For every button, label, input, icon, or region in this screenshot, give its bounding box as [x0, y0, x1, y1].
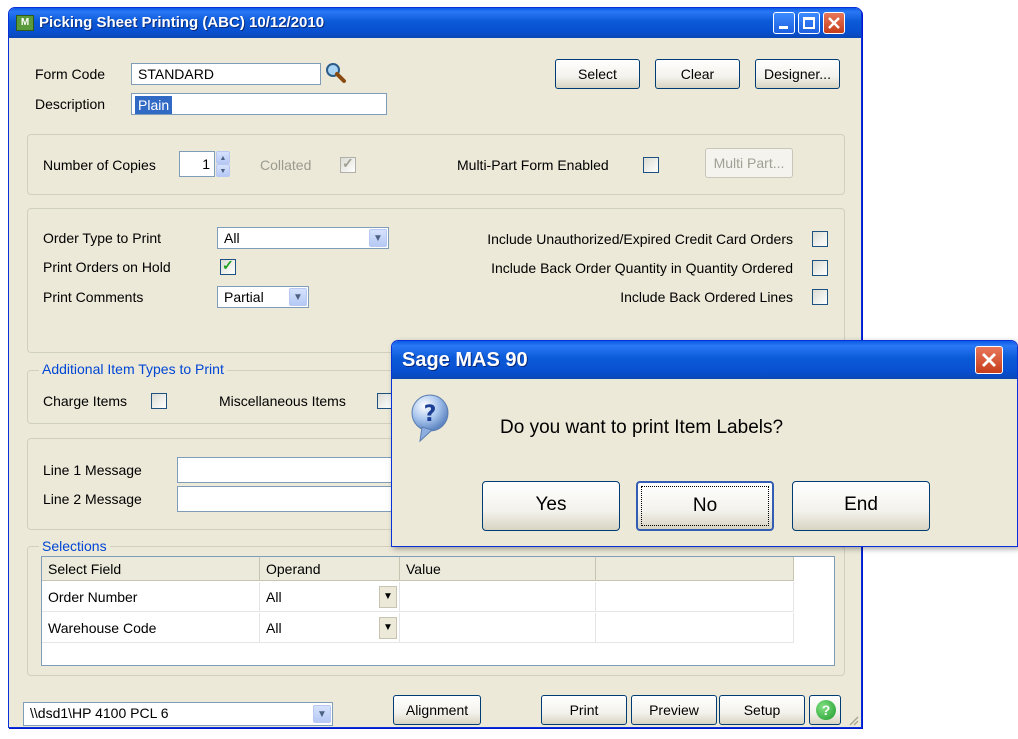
comments-value: Partial [224, 289, 264, 305]
chevron-down-icon[interactable]: ▼ [289, 288, 307, 306]
dialog-message: Do you want to print Item Labels? [500, 417, 784, 438]
close-icon [828, 17, 840, 29]
minimize-icon [779, 26, 788, 29]
selections-grid[interactable]: Select Field Operand Value Order Number … [41, 556, 835, 666]
maximize-button[interactable] [798, 12, 820, 34]
table-cell-extra [596, 582, 794, 612]
multipart-checkbox[interactable] [643, 157, 659, 173]
charge-checkbox[interactable] [151, 393, 167, 409]
spin-up-icon[interactable]: ▲ [216, 151, 230, 164]
preview-button[interactable]: Preview [631, 695, 717, 725]
form-code-label: Form Code [35, 66, 106, 82]
printer-value: \\dsd1\HP 4100 PCL 6 [30, 705, 169, 721]
line1-label: Line 1 Message [43, 462, 142, 478]
operand-value: All [266, 589, 282, 605]
collated-checkbox[interactable]: ✓ [340, 155, 356, 173]
close-button[interactable] [823, 12, 845, 34]
designer-button[interactable]: Designer... [755, 59, 840, 89]
operand-value: All [266, 620, 282, 636]
chevron-down-icon[interactable]: ▼ [369, 229, 387, 247]
dialog-titlebar[interactable]: Sage MAS 90 [392, 341, 1017, 379]
description-value: Plain [135, 96, 173, 114]
table-cell-value[interactable] [400, 613, 596, 643]
order-type-select[interactable]: All ▼ [217, 227, 389, 249]
select-button[interactable]: Select [555, 59, 640, 89]
order-type-label: Order Type to Print [43, 230, 162, 246]
alignment-button[interactable]: Alignment [393, 695, 481, 725]
chevron-down-icon[interactable]: ▼ [313, 705, 331, 723]
column-header[interactable]: Value [400, 557, 596, 581]
hold-checkbox[interactable]: ✓ [220, 257, 236, 275]
table-cell-operand[interactable]: All ▼ [260, 582, 400, 612]
close-icon [982, 353, 996, 367]
backorder-lines-label: Include Back Ordered Lines [620, 289, 793, 305]
check-icon: ✓ [342, 155, 354, 171]
additional-legend: Additional Item Types to Print [39, 361, 227, 377]
dialog-close-button[interactable] [975, 346, 1003, 374]
chevron-down-icon[interactable]: ▼ [379, 586, 397, 608]
column-header[interactable]: Operand [260, 557, 400, 581]
minimize-button[interactable] [773, 12, 795, 34]
table-cell-field[interactable]: Warehouse Code [42, 613, 260, 643]
question-icon: ? [410, 393, 450, 445]
help-button[interactable]: ? [809, 695, 841, 725]
backorder-lines-checkbox[interactable] [812, 289, 828, 305]
maximize-icon [803, 17, 815, 29]
charge-label: Charge Items [43, 393, 128, 409]
form-code-input[interactable]: STANDARD [131, 63, 321, 85]
hold-label: Print Orders on Hold [43, 259, 171, 275]
order-type-value: All [224, 230, 240, 246]
printer-select[interactable]: \\dsd1\HP 4100 PCL 6 ▼ [23, 702, 333, 726]
comments-select[interactable]: Partial ▼ [217, 286, 309, 308]
svg-text:?: ? [424, 402, 437, 427]
print-button[interactable]: Print [541, 695, 627, 725]
table-cell-extra [596, 613, 794, 643]
end-button[interactable]: End [792, 481, 930, 531]
setup-button[interactable]: Setup [719, 695, 805, 725]
description-label: Description [35, 96, 106, 112]
line2-label: Line 2 Message [43, 491, 142, 507]
copies-input[interactable]: 1 [179, 151, 215, 177]
column-header[interactable] [596, 557, 794, 581]
spin-down-icon[interactable]: ▼ [216, 164, 230, 177]
multipart-label: Multi-Part Form Enabled [457, 157, 609, 173]
chevron-down-icon[interactable]: ▼ [379, 617, 397, 639]
clear-button[interactable]: Clear [655, 59, 740, 89]
copies-spinner[interactable]: ▲ ▼ [216, 151, 230, 177]
lookup-icon[interactable] [325, 62, 347, 84]
misc-label: Miscellaneous Items [219, 393, 346, 409]
window-title: Picking Sheet Printing (ABC) 10/12/2010 [39, 14, 325, 31]
unauthorized-checkbox[interactable] [812, 231, 828, 247]
yes-button[interactable]: Yes [482, 481, 620, 531]
comments-label: Print Comments [43, 289, 144, 305]
app-icon: M [16, 15, 34, 31]
table-cell-operand[interactable]: All ▼ [260, 613, 400, 643]
selections-legend: Selections [39, 538, 110, 554]
copies-label: Number of Copies [43, 157, 156, 173]
multipart-button[interactable]: Multi Part... [705, 148, 793, 178]
backorder-qty-label: Include Back Order Quantity in Quantity … [491, 260, 793, 276]
backorder-qty-checkbox[interactable] [812, 260, 828, 276]
collated-label: Collated [260, 157, 312, 173]
table-cell-field[interactable]: Order Number [42, 582, 260, 612]
check-icon: ✓ [222, 257, 234, 273]
column-header[interactable]: Select Field [42, 557, 260, 581]
form-code-value: STANDARD [138, 66, 214, 82]
dialog-title: Sage MAS 90 [402, 349, 528, 371]
resize-grip-icon[interactable] [847, 714, 859, 726]
table-cell-value[interactable] [400, 582, 596, 612]
copies-value: 1 [202, 156, 210, 172]
no-button[interactable]: No [636, 481, 774, 531]
unauthorized-label: Include Unauthorized/Expired Credit Card… [487, 231, 793, 247]
help-icon: ? [816, 700, 836, 720]
description-input[interactable]: Plain [131, 93, 387, 115]
confirm-dialog: Sage MAS 90 ? Do you want to print Item … [391, 340, 1018, 547]
window-titlebar[interactable]: M Picking Sheet Printing (ABC) 10/12/201… [9, 8, 861, 38]
